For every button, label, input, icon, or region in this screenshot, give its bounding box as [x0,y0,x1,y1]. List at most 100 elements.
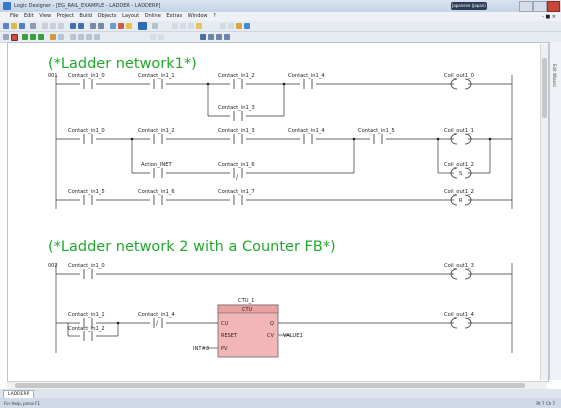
menu-build[interactable]: Build [79,13,92,19]
cut-icon[interactable] [42,23,48,29]
paste-icon[interactable] [58,23,64,29]
fb-type: CTU [242,307,253,313]
maximize-button[interactable] [533,1,547,12]
fb-icon[interactable] [50,34,56,40]
debug-icon[interactable] [126,23,132,29]
compile-icon[interactable] [110,23,116,29]
tool-b-icon[interactable] [180,23,186,29]
menu-project[interactable]: Project [57,13,74,19]
network-icon[interactable] [3,34,9,40]
document-tab-bar: LADDERP [0,389,561,399]
menu-online[interactable]: Online [145,13,161,19]
coil-label: Coil_out1_4 [444,312,475,318]
window-title: Logic Designer - [EG_RAIL_EXAMPLE - LADD… [14,3,161,9]
menu-file[interactable]: File [10,13,18,19]
tool-h-icon[interactable] [244,23,250,29]
contact-label: Contact_in1_4 [138,312,175,318]
network2-comment: (*Ladder network 2 with a Counter FB*) [48,239,336,255]
stop-icon[interactable] [118,23,124,29]
menu-edit[interactable]: Edit [24,13,34,19]
mdi-window-buttons[interactable]: - ■ × [542,14,556,20]
minimize-button[interactable] [519,1,533,12]
reset-coil-mark: R [459,198,463,204]
contact-label: Contact_in1_0 [68,128,105,134]
horizontal-scroll-thumb[interactable] [15,383,525,388]
pin-cu: CU [221,321,228,327]
ladder-graphic [352,137,356,141]
tool-d-icon[interactable] [196,23,202,29]
ladder-tool-9-icon[interactable] [216,34,222,40]
tool-a-icon[interactable] [172,23,178,29]
menu-extras[interactable]: Extras [166,13,182,19]
contact-neg-icon[interactable] [30,34,36,40]
close-button[interactable] [547,1,560,12]
coil-label: Coil_out1_0 [444,73,474,79]
new-icon[interactable] [3,23,9,29]
print-icon[interactable] [30,23,36,29]
menu-layout[interactable]: Layout [122,13,139,19]
zoom-icon[interactable] [152,23,158,29]
ladder-tool-10-icon[interactable] [224,34,230,40]
contact-label: Contact_in1_6 [218,162,255,168]
ladder-tool-6-icon[interactable] [158,34,164,40]
horizontal-scrollbar[interactable] [7,381,547,389]
pin-pv: PV [221,346,228,352]
title-bar: Logic Designer - [EG_RAIL_EXAMPLE - LADD… [0,0,561,12]
contact-icon[interactable] [22,34,28,40]
menu-view[interactable]: View [39,13,51,19]
ladder-graphic [282,82,286,86]
ladder-tool-4-icon[interactable] [94,34,100,40]
select-icon[interactable] [11,34,18,41]
contact-label: Contact_in1_1 [68,312,105,318]
ladder-tool-2-icon[interactable] [78,34,84,40]
replace-icon[interactable] [98,23,104,29]
menu-bar: File Edit View Project Build Objects Lay… [0,12,561,21]
set-coil-mark: S [459,171,462,177]
ime-indicator[interactable]: Japanese (Japan) [451,2,487,10]
negated-contact-mark: / [236,174,239,181]
ladder-tool-8-icon[interactable] [208,34,214,40]
vertical-scrollbar[interactable] [540,44,548,380]
pin-cv: CV [267,333,274,339]
copy-icon[interactable] [50,23,56,29]
find-icon[interactable] [90,23,96,29]
menu-objects[interactable]: Objects [98,13,117,19]
contact-label: Contact_in1_4 [288,128,325,134]
contact-label: Contact_in1_4 [288,73,325,79]
coil-label: Coil_out1_3 [444,263,474,269]
edit-wizard-label: Edit Wizard [552,64,557,87]
tool-g-icon[interactable] [236,23,242,29]
tool-c-icon[interactable] [188,23,194,29]
branch-icon[interactable] [58,34,64,40]
ladder-tool-5-icon[interactable] [150,34,156,40]
contact-label: Action_INET [141,162,173,168]
menu-window[interactable]: Window [188,13,208,19]
pv-constant: INT#3 [193,346,209,352]
online-icon[interactable] [138,22,147,30]
menu-help[interactable]: ? [213,13,216,19]
vertical-scroll-thumb[interactable] [542,58,547,118]
ladder-editor[interactable]: Contact_in1_0 Contact_in1_1 Contact_in1_… [7,42,549,382]
redo-icon[interactable] [78,23,84,29]
tool-f-icon[interactable] [228,23,234,29]
ladder-tool-1-icon[interactable] [70,34,76,40]
coil-icon[interactable] [38,34,44,40]
coil-label: Coil_out1_2 [444,189,474,195]
contact-label: Contact_in1_1 [138,73,175,79]
contact-label: Contact_in1_6 [138,189,175,195]
ladder-graphic [116,321,120,325]
toolbar-standard [0,21,561,32]
tool-e-icon[interactable] [220,23,226,29]
undo-icon[interactable] [70,23,76,29]
ladder-graphic [206,82,210,86]
save-icon[interactable] [19,23,25,29]
contact-label: Contact_in1_7 [218,189,255,195]
pin-reset: RESET [221,333,238,339]
coil-label: Coil_out1_2 [444,162,474,168]
contact-label: Contact_in1_0 [68,263,105,269]
edit-wizard-panel[interactable]: Edit Wizard [549,42,561,380]
coil-label: Coil_out1_1 [444,128,474,134]
ladder-tool-7-icon[interactable] [200,34,206,40]
open-icon[interactable] [11,23,17,29]
ladder-tool-3-icon[interactable] [86,34,92,40]
